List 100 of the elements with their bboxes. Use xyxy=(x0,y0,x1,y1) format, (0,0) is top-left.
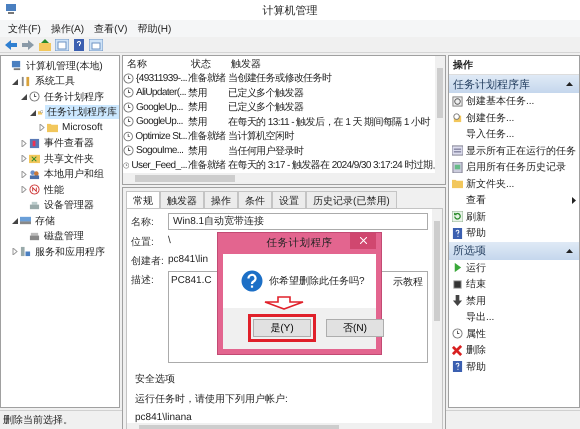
action-link[interactable]: 运行 xyxy=(466,260,576,275)
tree-item[interactable]: 系统工具 xyxy=(33,74,77,88)
stop-icon xyxy=(452,278,463,290)
section-header[interactable]: 所选项 xyxy=(449,242,579,260)
submenu-arrow-icon xyxy=(572,196,576,204)
table-cell-text: 已定义多个触发器 xyxy=(227,100,304,114)
action-link[interactable]: 导入任务... xyxy=(466,127,576,142)
table-cell-text: 当任何用户登录时 xyxy=(227,144,304,158)
help-icon xyxy=(452,361,463,372)
field-label: 位置: xyxy=(131,236,155,248)
collapse-icon xyxy=(566,82,573,86)
status-text: 删除当前选择。 xyxy=(3,414,73,427)
tab[interactable]: 操作 xyxy=(204,190,238,208)
table-cell: User_Feed_... xyxy=(130,160,187,171)
field-label: 创建者: xyxy=(131,254,164,268)
menu-item[interactable]: 操作(A) xyxy=(46,22,88,36)
tree-item[interactable]: 存储 xyxy=(33,214,57,228)
tree-item[interactable]: 本地用户和组 xyxy=(42,167,106,182)
help-icon[interactable] xyxy=(72,38,86,50)
action-link[interactable]: 属性 xyxy=(466,326,576,341)
tree-item[interactable]: 事件查看器 xyxy=(42,136,96,150)
action-link[interactable]: 帮助 xyxy=(466,226,576,240)
tree-item[interactable]: 任务计划程序库 xyxy=(45,105,119,120)
section-title: 任务计划程序库 xyxy=(453,78,530,92)
tree-item[interactable]: 设备管理器 xyxy=(42,198,96,212)
tree-item[interactable]: 性能 xyxy=(42,182,66,197)
forward-icon[interactable] xyxy=(21,38,35,50)
tab[interactable]: 触发器 xyxy=(160,190,204,208)
table-cell: AliUpdater(... xyxy=(135,87,186,98)
field-label: 名称: xyxy=(131,216,155,228)
tree-item[interactable]: 共享文件夹 xyxy=(42,152,96,166)
tree-item[interactable]: 磁盘管理 xyxy=(42,229,86,244)
action-link[interactable]: 创建基本任务... xyxy=(466,94,576,108)
section-title: 所选项 xyxy=(453,244,486,258)
column-header[interactable]: 状态 xyxy=(187,56,227,70)
tree-item[interactable]: Microsoft xyxy=(60,122,105,134)
collapse-arrow-icon[interactable] xyxy=(21,93,27,100)
action-link[interactable]: 刷新 xyxy=(466,210,576,224)
tree-item[interactable]: 服务和应用程序 xyxy=(33,244,107,259)
down-arrow-icon xyxy=(263,296,305,310)
table-cell-text: 禁用 xyxy=(187,116,208,129)
table-cell: Optimize St... xyxy=(134,130,187,142)
dialog-button[interactable]: 是(Y) xyxy=(253,319,311,337)
clock-icon xyxy=(452,328,463,340)
menu-item[interactable]: 查看(V) xyxy=(90,22,132,36)
tree-item[interactable]: 任务计划程序 xyxy=(42,90,106,104)
tab[interactable]: 历史记录(已禁用) xyxy=(306,190,397,208)
action-link[interactable]: 创建任务... xyxy=(466,110,576,125)
action-link[interactable]: 显示所有正在运行的任务 xyxy=(466,144,576,158)
action-link[interactable]: 帮助 xyxy=(466,360,576,374)
action-link[interactable]: 新文件夹... xyxy=(466,176,576,191)
history-icon xyxy=(452,162,463,173)
action-link[interactable]: 禁用 xyxy=(466,294,576,308)
table-cell: GoogleUp... xyxy=(135,102,183,113)
back-icon[interactable] xyxy=(4,38,18,50)
action-link[interactable]: 查看 xyxy=(466,193,569,208)
window-title: 计算机管理 xyxy=(262,4,318,18)
collapse-arrow-icon[interactable] xyxy=(30,108,36,116)
collapse-arrow-icon[interactable] xyxy=(12,78,18,85)
close-button[interactable] xyxy=(350,232,376,248)
tree-item[interactable]: 计算机管理(本地) xyxy=(24,58,105,73)
computer-icon xyxy=(11,60,22,72)
expand-arrow-icon[interactable] xyxy=(21,140,27,147)
action-link[interactable]: 结束 xyxy=(466,277,576,292)
show-tree-icon[interactable] xyxy=(55,38,69,50)
down-arrow-icon xyxy=(452,295,463,306)
device-icon xyxy=(29,200,40,211)
tab[interactable]: 常规 xyxy=(126,190,160,208)
tab[interactable]: 设置 xyxy=(272,190,306,208)
menu-item[interactable]: 帮助(H) xyxy=(133,22,176,36)
table-cell-text: 在每天的 3:17 - 触发器在 2024/9/30 3:17:24 时过期。 xyxy=(227,158,435,172)
dialog-message: 你希望删除此任务吗? xyxy=(269,274,365,288)
action-link[interactable]: 导出... xyxy=(466,310,576,324)
collapse-arrow-icon[interactable] xyxy=(12,217,18,224)
tab[interactable]: 条件 xyxy=(238,190,272,208)
action-pane-icon[interactable] xyxy=(89,38,103,50)
scrollbar[interactable] xyxy=(123,172,445,184)
action-link[interactable]: 启用所有任务历史记录 xyxy=(466,160,576,174)
expand-arrow-icon[interactable] xyxy=(21,170,27,178)
section-header[interactable]: 任务计划程序库 xyxy=(449,75,579,93)
play-icon xyxy=(452,262,463,274)
expand-arrow-icon[interactable] xyxy=(12,248,18,256)
tools-icon xyxy=(20,76,31,87)
action-link[interactable]: 删除 xyxy=(466,343,576,358)
dialog-button[interactable]: 否(N) xyxy=(326,319,384,337)
scrollbar[interactable] xyxy=(435,56,445,172)
expand-arrow-icon[interactable] xyxy=(39,124,45,132)
help-icon xyxy=(452,228,463,239)
expand-arrow-icon[interactable] xyxy=(21,155,27,162)
menu-item[interactable]: 文件(F) xyxy=(4,22,45,36)
name-field[interactable]: Win8.1自动宽带连接 xyxy=(168,212,428,230)
table-cell-text: 准备就绪 xyxy=(187,130,227,144)
expand-arrow-icon[interactable] xyxy=(21,186,27,194)
folder-up-icon[interactable] xyxy=(38,38,52,50)
delete-icon xyxy=(452,344,463,356)
column-header[interactable]: 触发器 xyxy=(227,56,435,70)
shared-folder-icon xyxy=(29,153,40,164)
scrollbar[interactable] xyxy=(432,208,442,422)
column-header[interactable]: 名称 xyxy=(123,56,187,70)
services-icon xyxy=(20,246,31,258)
